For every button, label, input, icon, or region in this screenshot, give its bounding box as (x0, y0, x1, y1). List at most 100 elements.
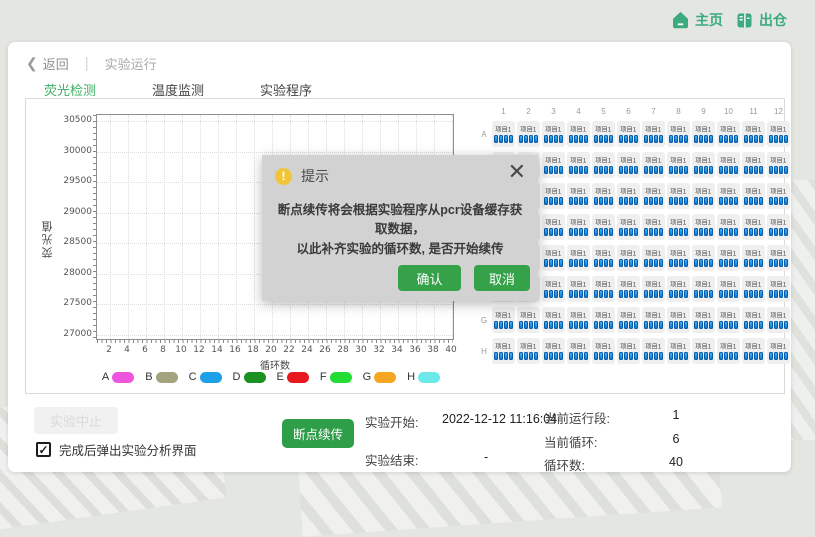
exit-chamber-button[interactable]: 出仓 (736, 10, 787, 30)
well-cell[interactable]: 项目1 (667, 183, 690, 209)
well-cell[interactable]: 项目1 (667, 121, 690, 147)
well-cell[interactable]: 项目1 (667, 307, 690, 333)
well-cell[interactable]: 项目1 (567, 307, 590, 333)
well-cell[interactable]: 项目1 (492, 121, 515, 147)
tube-segment (669, 135, 673, 143)
well-project-label: 项目1 (646, 219, 662, 225)
well-cell[interactable]: 项目1 (542, 152, 565, 178)
well-cell[interactable]: 项目1 (642, 338, 665, 364)
well-cell[interactable]: 项目1 (642, 307, 665, 333)
well-tube-segments (544, 259, 563, 267)
well-cell[interactable]: 项目1 (692, 121, 715, 147)
well-cell[interactable]: 项目1 (617, 121, 640, 147)
well-cell[interactable]: 项目1 (642, 152, 665, 178)
well-cell[interactable]: 项目1 (642, 183, 665, 209)
well-cell[interactable]: 项目1 (692, 307, 715, 333)
well-cell[interactable]: 项目1 (617, 276, 640, 302)
abort-experiment-button[interactable]: 实验中止 (34, 407, 118, 434)
well-cell[interactable]: 项目1 (692, 214, 715, 240)
tube-segment (619, 228, 623, 236)
well-cell[interactable]: 项目1 (692, 245, 715, 271)
well-cell[interactable]: 项目1 (717, 214, 740, 240)
well-cell[interactable]: 项目1 (642, 245, 665, 271)
tube-segment (509, 135, 513, 143)
well-cell[interactable]: 项目1 (592, 307, 615, 333)
well-cell[interactable]: 项目1 (567, 338, 590, 364)
well-cell[interactable]: 项目1 (742, 245, 765, 271)
well-cell[interactable]: 项目1 (717, 121, 740, 147)
well-cell[interactable]: 项目1 (742, 307, 765, 333)
well-cell[interactable]: 项目1 (767, 245, 790, 271)
well-cell[interactable]: 项目1 (517, 121, 540, 147)
well-cell[interactable]: 项目1 (617, 338, 640, 364)
well-cell[interactable]: 项目1 (742, 338, 765, 364)
resume-transfer-button[interactable]: 断点续传 (282, 419, 354, 448)
well-cell[interactable]: 项目1 (767, 214, 790, 240)
well-cell[interactable]: 项目1 (542, 276, 565, 302)
well-cell[interactable]: 项目1 (717, 245, 740, 271)
well-cell[interactable]: 项目1 (767, 183, 790, 209)
well-cell[interactable]: 项目1 (692, 276, 715, 302)
well-cell[interactable]: 项目1 (567, 245, 590, 271)
well-cell[interactable]: 项目1 (692, 338, 715, 364)
well-cell[interactable]: 项目1 (742, 183, 765, 209)
well-cell[interactable]: 项目1 (592, 338, 615, 364)
well-cell[interactable]: 项目1 (742, 152, 765, 178)
well-cell[interactable]: 项目1 (667, 214, 690, 240)
well-cell[interactable]: 项目1 (642, 214, 665, 240)
well-cell[interactable]: 项目1 (542, 183, 565, 209)
well-cell[interactable]: 项目1 (642, 121, 665, 147)
well-cell[interactable]: 项目1 (592, 121, 615, 147)
well-cell[interactable]: 项目1 (767, 152, 790, 178)
well-cell[interactable]: 项目1 (542, 121, 565, 147)
confirm-button[interactable]: 确认 (398, 265, 461, 291)
well-cell[interactable]: 项目1 (567, 276, 590, 302)
well-cell[interactable]: 项目1 (617, 183, 640, 209)
back-button[interactable]: 返回 (43, 54, 69, 73)
well-cell[interactable]: 项目1 (492, 307, 515, 333)
well-cell[interactable]: 项目1 (617, 307, 640, 333)
well-cell[interactable]: 项目1 (767, 121, 790, 147)
well-cell[interactable]: 项目1 (542, 307, 565, 333)
well-cell[interactable]: 项目1 (592, 245, 615, 271)
well-cell[interactable]: 项目1 (717, 338, 740, 364)
well-cell[interactable]: 项目1 (742, 276, 765, 302)
well-cell[interactable]: 项目1 (717, 276, 740, 302)
cancel-button[interactable]: 取消 (474, 265, 530, 291)
well-cell[interactable]: 项目1 (742, 214, 765, 240)
well-cell[interactable]: 项目1 (567, 121, 590, 147)
well-cell[interactable]: 项目1 (742, 121, 765, 147)
well-cell[interactable]: 项目1 (667, 245, 690, 271)
well-cell[interactable]: 项目1 (667, 276, 690, 302)
well-cell[interactable]: 项目1 (567, 152, 590, 178)
well-cell[interactable]: 项目1 (617, 214, 640, 240)
well-cell[interactable]: 项目1 (517, 307, 540, 333)
well-cell[interactable]: 项目1 (692, 183, 715, 209)
well-cell[interactable]: 项目1 (617, 245, 640, 271)
well-cell[interactable]: 项目1 (542, 245, 565, 271)
well-cell[interactable]: 项目1 (592, 214, 615, 240)
well-cell[interactable]: 项目1 (617, 152, 640, 178)
well-cell[interactable]: 项目1 (517, 338, 540, 364)
well-cell[interactable]: 项目1 (717, 152, 740, 178)
well-cell[interactable]: 项目1 (717, 307, 740, 333)
well-cell[interactable]: 项目1 (592, 183, 615, 209)
close-icon[interactable]: ✕ (508, 161, 526, 183)
well-cell[interactable]: 项目1 (692, 152, 715, 178)
well-cell[interactable]: 项目1 (592, 152, 615, 178)
well-cell[interactable]: 项目1 (717, 183, 740, 209)
well-cell[interactable]: 项目1 (642, 276, 665, 302)
well-cell[interactable]: 项目1 (767, 276, 790, 302)
well-cell[interactable]: 项目1 (667, 152, 690, 178)
well-cell[interactable]: 项目1 (567, 183, 590, 209)
well-cell[interactable]: 项目1 (542, 338, 565, 364)
well-cell[interactable]: 项目1 (667, 338, 690, 364)
well-cell[interactable]: 项目1 (767, 338, 790, 364)
well-cell[interactable]: 项目1 (542, 214, 565, 240)
home-button[interactable]: 主页 (672, 10, 723, 30)
well-cell[interactable]: 项目1 (492, 338, 515, 364)
well-cell[interactable]: 项目1 (567, 214, 590, 240)
well-cell[interactable]: 项目1 (767, 307, 790, 333)
well-cell[interactable]: 项目1 (592, 276, 615, 302)
analysis-popup-checkbox[interactable]: ✓ (36, 442, 51, 457)
